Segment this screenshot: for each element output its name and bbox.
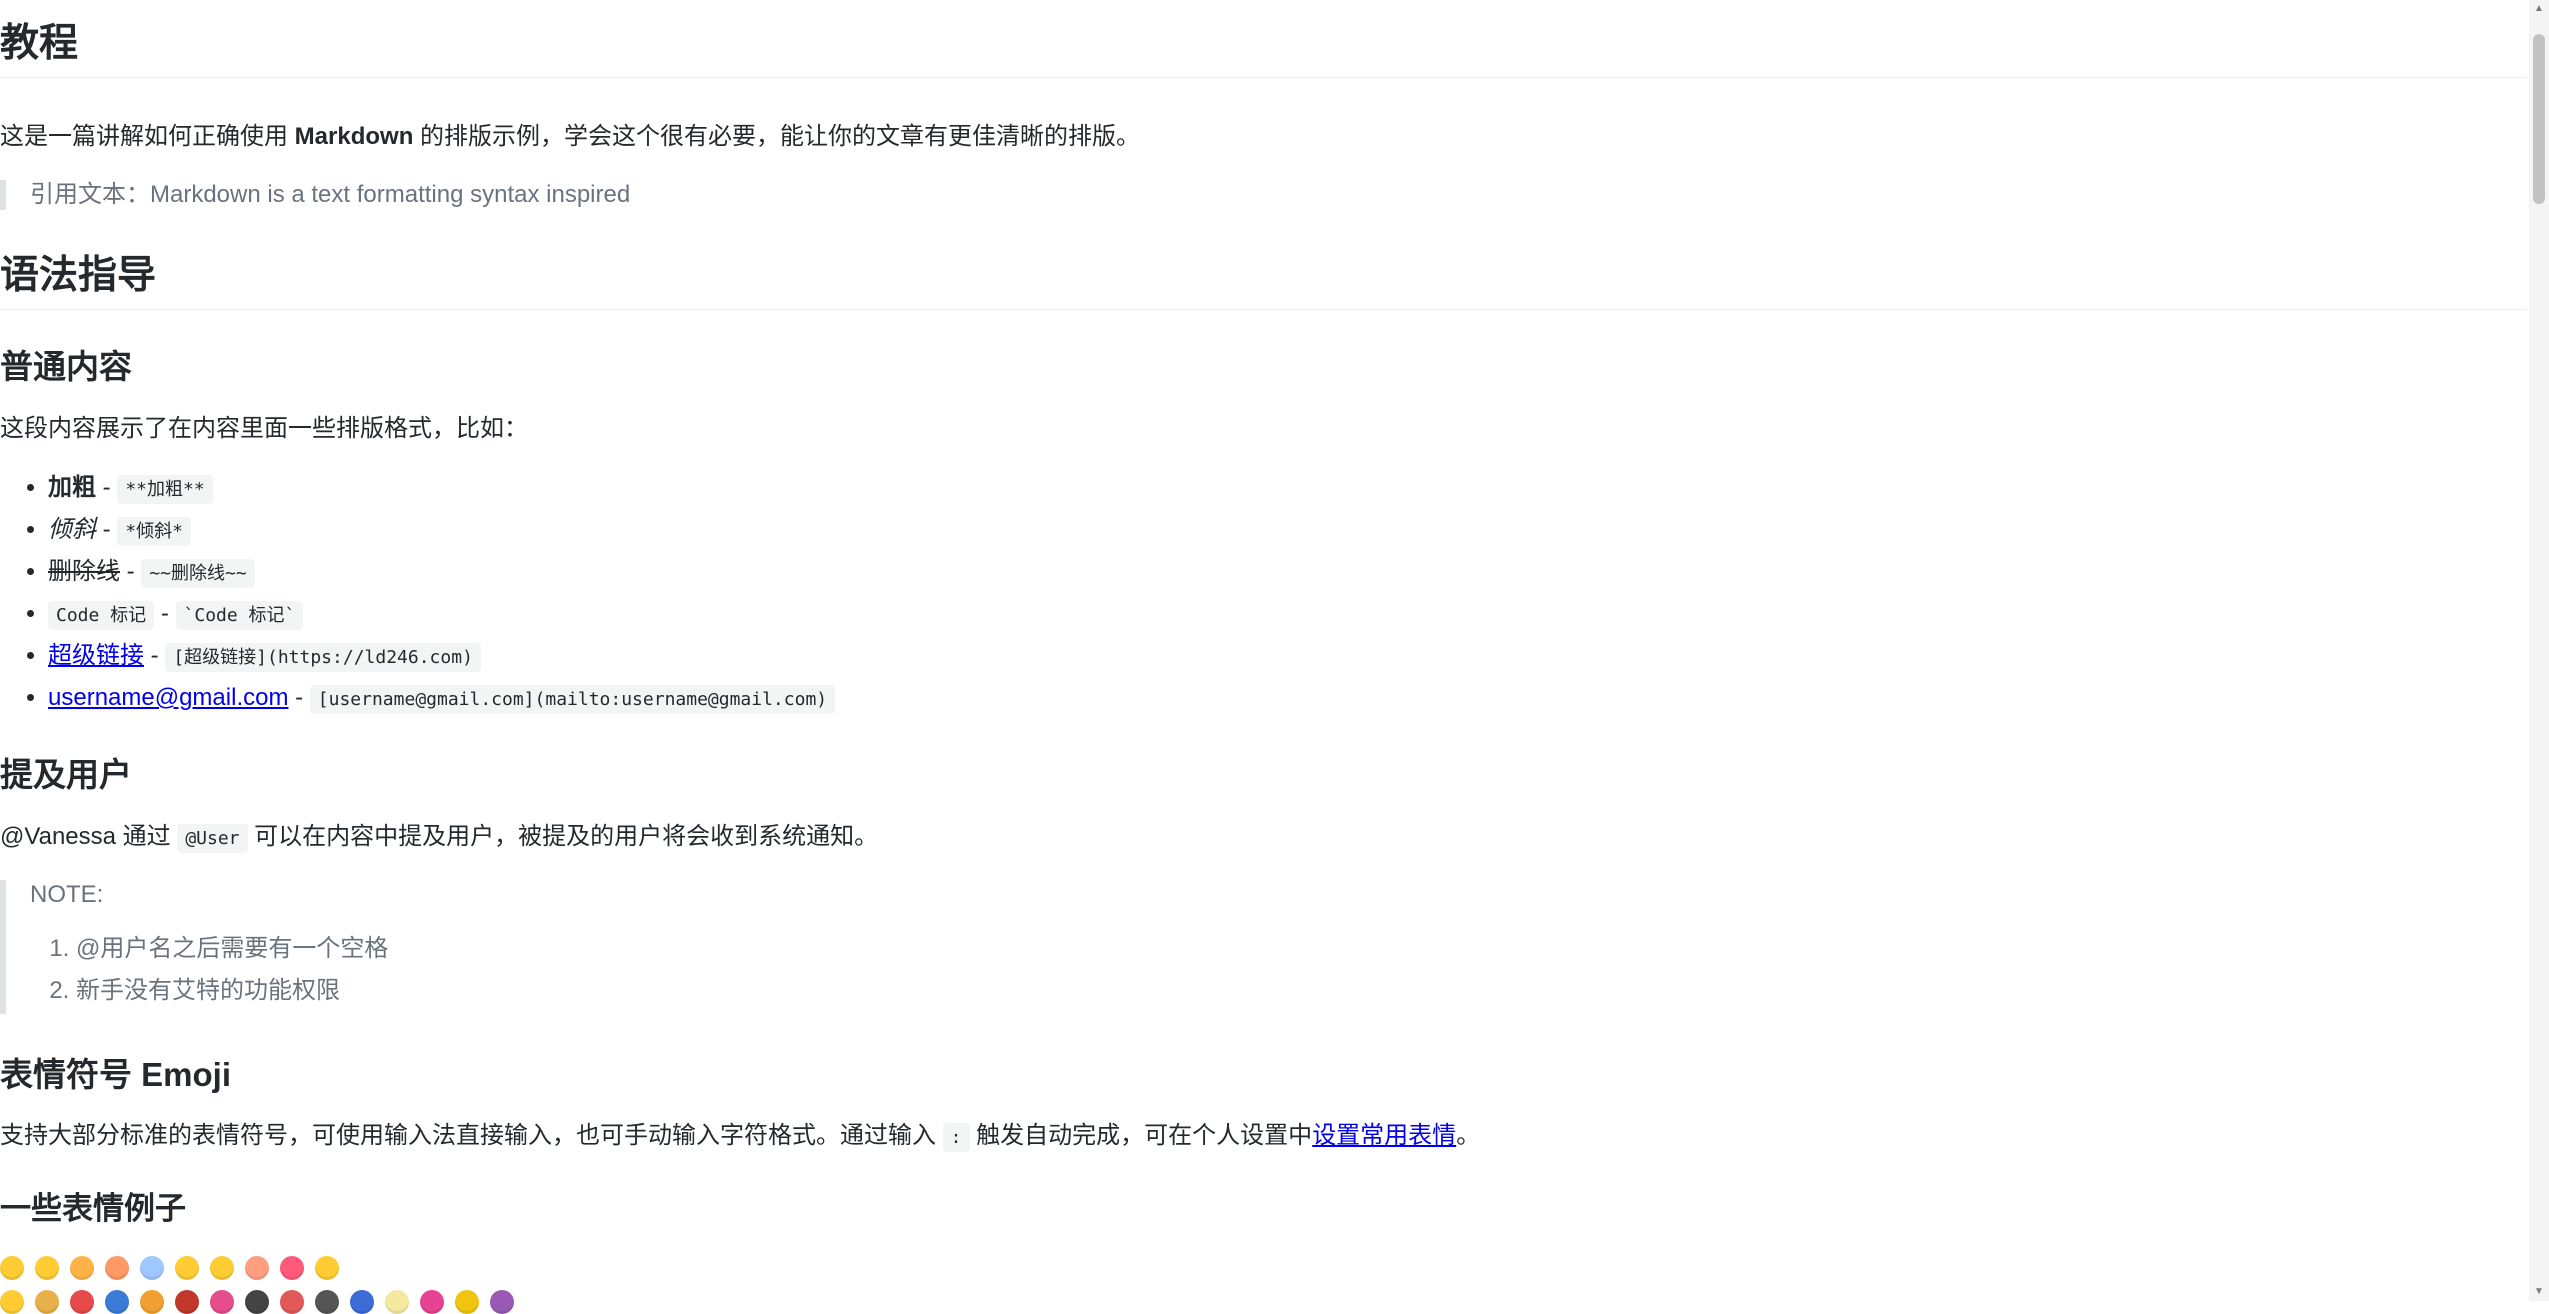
fearful-face-emoji-icon xyxy=(140,1256,164,1280)
list-item-code: Code 标记 - `Code 标记` xyxy=(48,595,835,637)
snail-emoji-icon xyxy=(350,1290,374,1314)
vertical-scrollbar[interactable]: ▲ ▼ xyxy=(2529,0,2549,1301)
scrollbar-thumb[interactable] xyxy=(2533,34,2545,204)
dragon-emoji-icon xyxy=(420,1290,444,1314)
emoji-examples-heading: 一些表情例子 xyxy=(0,1191,186,1226)
list-item-strikethrough: 删除线 - ~~删除线~~ xyxy=(48,553,835,595)
intro-text-before: 这是一篇讲解如何正确使用 xyxy=(0,123,295,150)
list-item-italic: 倾斜 - *倾斜* xyxy=(48,511,835,553)
emoji-row-1 xyxy=(0,1256,339,1280)
hyperlink-sample[interactable]: 超级链接 xyxy=(48,642,144,669)
heart-eyes-emoji-icon xyxy=(280,1256,304,1280)
hyperlink-syntax-code: [超级链接](https://ld246.com) xyxy=(165,643,481,672)
heart-emoji-icon xyxy=(70,1290,94,1314)
bold-syntax-code: **加粗** xyxy=(117,475,213,504)
tutorial-heading: 教程 xyxy=(0,24,2526,78)
list-item-hyperlink: 超级链接 - [超级链接](https://ld246.com) xyxy=(48,637,835,679)
italic-sample: 倾斜 xyxy=(48,516,96,543)
balloon-emoji-icon xyxy=(210,1290,234,1314)
email-link[interactable]: username@gmail.com xyxy=(48,684,288,711)
list-item-email: username@gmail.com - [username@gmail.com… xyxy=(48,679,836,721)
scroll-up-arrow-icon[interactable]: ▲ xyxy=(2533,3,2545,15)
emoji-heading: 表情符号 Emoji xyxy=(0,1056,232,1093)
blockquote-intro: 引用文本：Markdown is a text formatting synta… xyxy=(0,180,630,210)
italic-syntax-code: *倾斜* xyxy=(117,517,192,546)
bird-emoji-icon xyxy=(315,1290,339,1314)
cat-emoji-icon xyxy=(245,1290,269,1314)
candle-emoji-icon xyxy=(455,1290,479,1314)
screaming-face-emoji-icon xyxy=(105,1256,129,1280)
strikethrough-syntax-code: ~~删除线~~ xyxy=(141,559,255,588)
sweat-smile-emoji-icon xyxy=(175,1256,199,1280)
unamused-face-emoji-icon xyxy=(315,1256,339,1280)
mention-paragraph: @Vanessa 通过 @User 可以在内容中提及用户，被提及的用户将会收到系… xyxy=(0,822,878,854)
intro-text-after: 的排版示例，学会这个很有必要，能让你的文章有更佳清晰的排版。 xyxy=(413,123,1141,150)
intro-bold-markdown: Markdown xyxy=(294,123,414,150)
note-label: NOTE: xyxy=(30,881,104,908)
wave-emoji-icon xyxy=(105,1290,129,1314)
normal-content-heading: 普通内容 xyxy=(0,348,132,385)
fire-emoji-icon xyxy=(140,1290,164,1314)
clapping-hands-emoji-icon xyxy=(35,1290,59,1314)
mention-heading: 提及用户 xyxy=(0,756,132,793)
flushed-face-emoji-icon xyxy=(210,1256,234,1280)
colon-code: : xyxy=(942,1123,970,1152)
emoji-paragraph: 支持大部分标准的表情符号，可使用输入法直接输入，也可手动输入字符格式。通过输入 … xyxy=(0,1121,1480,1153)
emoji-settings-link[interactable]: 设置常用表情 xyxy=(1312,1122,1456,1149)
normal-content-description: 这段内容展示了在内容里面一些排版格式，比如： xyxy=(0,415,528,442)
intro-paragraph: 这是一篇讲解如何正确使用 Markdown 的排版示例，学会这个很有必要，能让你… xyxy=(0,122,1140,152)
emoji-row-2 xyxy=(0,1290,514,1314)
quote-text: 引用文本：Markdown is a text formatting synta… xyxy=(30,181,631,208)
list-item-bold: 加粗 - **加粗** xyxy=(48,469,835,511)
note-item: 新手没有艾特的功能权限 xyxy=(76,970,388,1012)
mention-code: @User xyxy=(177,824,248,853)
thumbs-up-emoji-icon xyxy=(0,1290,24,1314)
laughing-face-emoji-icon xyxy=(35,1256,59,1280)
mouth-emoji-icon xyxy=(280,1290,304,1314)
blockquote-note: NOTE: @用户名之后需要有一个空格 新手没有艾特的功能权限 xyxy=(0,880,388,1014)
steaming-face-emoji-icon xyxy=(245,1256,269,1280)
astonished-face-emoji-icon xyxy=(70,1256,94,1280)
ribbon-emoji-icon xyxy=(175,1290,199,1314)
devil-emoji-icon xyxy=(490,1290,514,1314)
bold-sample: 加粗 xyxy=(48,474,96,501)
syntax-guide-heading: 语法指导 xyxy=(0,256,2526,310)
scroll-down-arrow-icon[interactable]: ▼ xyxy=(2533,1286,2545,1298)
note-item: @用户名之后需要有一个空格 xyxy=(76,928,388,970)
email-syntax-code: [username@gmail.com](mailto:username@gma… xyxy=(309,685,836,714)
sparkles-emoji-icon xyxy=(385,1290,409,1314)
code-sample: Code 标记 xyxy=(48,601,155,630)
grinning-face-emoji-icon xyxy=(0,1256,24,1280)
strikethrough-sample: 删除线 xyxy=(48,558,120,585)
code-syntax-code: `Code 标记` xyxy=(175,601,304,630)
format-examples-list: 加粗 - **加粗** 倾斜 - *倾斜* 删除线 - ~~删除线~~ Code… xyxy=(0,469,836,721)
note-list: @用户名之后需要有一个空格 新手没有艾特的功能权限 xyxy=(30,928,388,1012)
